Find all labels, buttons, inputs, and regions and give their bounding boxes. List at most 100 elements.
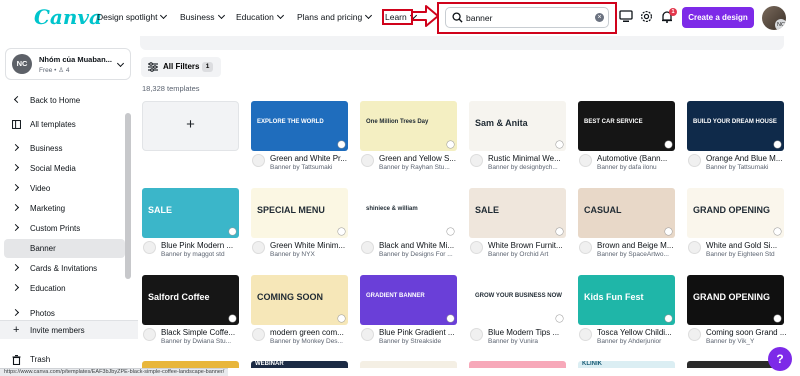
template-title[interactable]: Brown and Beige M...: [597, 241, 687, 250]
creator-avatar[interactable]: [361, 154, 374, 167]
template-title[interactable]: Blue Pink Modern ...: [161, 241, 251, 250]
creator-avatar[interactable]: [361, 328, 374, 341]
template-card[interactable]: SALE White Brown Furnit... Banner by Orchi…: [469, 188, 580, 271]
template-thumbnail[interactable]: SPECIAL MENU: [251, 188, 348, 238]
template-thumbnail[interactable]: SALE: [142, 188, 239, 238]
template-card[interactable]: GRADIENT BANNER Blue Pink Gradient ... Ban…: [360, 275, 471, 358]
sidebar-item-all-templates[interactable]: All templates: [4, 115, 125, 134]
template-card[interactable]: Sam & Anita Rustic Minimal We... Banner by…: [469, 101, 580, 184]
template-thumbnail[interactable]: Salford Coffee: [142, 275, 239, 325]
template-title[interactable]: Blue Pink Gradient ...: [379, 328, 469, 337]
creator-avatar[interactable]: [579, 328, 592, 341]
nav-education[interactable]: Education: [236, 11, 284, 22]
sidebar-scrollbar[interactable]: [125, 113, 131, 279]
sidebar-item-cards-invitations[interactable]: Cards & Invitations: [4, 259, 125, 278]
template-thumbnail[interactable]: BEST CAR SERVICE: [578, 101, 675, 151]
creator-avatar[interactable]: [688, 328, 701, 341]
user-avatar[interactable]: NC: [762, 6, 786, 30]
creator-avatar[interactable]: [252, 241, 265, 254]
template-thumbnail[interactable]: Kids Fun Fest: [578, 275, 675, 325]
creator-avatar[interactable]: [470, 154, 483, 167]
template-thumbnail[interactable]: BUILD YOUR DREAM HOUSE: [687, 101, 784, 151]
template-thumb-partial[interactable]: WEBINAR: [251, 361, 348, 368]
template-card[interactable]: BEST CAR SERVICE Automotive (Bann... Banne…: [578, 101, 689, 184]
creator-avatar[interactable]: [579, 241, 592, 254]
search-bar[interactable]: ×: [445, 7, 609, 28]
template-thumb-partial[interactable]: KLINIK: [578, 361, 675, 368]
create-design-button[interactable]: Create a design: [682, 7, 754, 28]
template-card[interactable]: COMING SOON modern green com... Banner by …: [251, 275, 362, 358]
template-card[interactable]: One Million Trees Day Green and Yellow S.…: [360, 101, 471, 184]
desktop-app-icon[interactable]: [619, 10, 633, 23]
template-card[interactable]: Kids Fun Fest Tosca Yellow Childi... Banne…: [578, 275, 689, 358]
template-title[interactable]: Tosca Yellow Childi...: [597, 328, 687, 337]
creator-avatar[interactable]: [252, 154, 265, 167]
sidebar-item-social-media[interactable]: Social Media: [4, 159, 125, 178]
template-title[interactable]: White Brown Furnit...: [488, 241, 578, 250]
creator-avatar[interactable]: [688, 154, 701, 167]
template-title[interactable]: Orange And Blue M...: [706, 154, 796, 163]
sidebar-item-video[interactable]: Video: [4, 179, 125, 198]
all-filters-button[interactable]: All Filters 1: [141, 57, 221, 77]
search-input[interactable]: [466, 11, 591, 24]
creator-avatar[interactable]: [470, 241, 483, 254]
template-thumbnail[interactable]: GRAND OPENING: [687, 275, 784, 325]
create-blank-tile[interactable]: +: [142, 101, 239, 151]
template-card[interactable]: GROW YOUR BUSINESS NOW Blue Modern Tips .…: [469, 275, 580, 358]
template-title[interactable]: Black and White Mi...: [379, 241, 469, 250]
template-title[interactable]: Black Simple Coffe...: [161, 328, 251, 337]
template-thumbnail[interactable]: GROW YOUR BUSINESS NOW: [469, 275, 566, 325]
template-title[interactable]: Blue Modern Tips ...: [488, 328, 578, 337]
sidebar-item-custom-prints[interactable]: Custom Prints: [4, 219, 125, 238]
nav-design-spotlight[interactable]: Design spotlight: [97, 11, 168, 22]
canva-logo[interactable]: Canva: [34, 5, 102, 29]
template-title[interactable]: Green and White Pr...: [270, 154, 360, 163]
creator-avatar[interactable]: [470, 328, 483, 341]
template-card[interactable]: GRAND OPENING Coming soon Grand ... Banner…: [687, 275, 798, 358]
template-thumbnail[interactable]: EXPLORE THE WORLD: [251, 101, 348, 151]
gear-icon[interactable]: [640, 10, 653, 23]
template-card[interactable]: BUILD YOUR DREAM HOUSE Orange And Blue M.…: [687, 101, 798, 184]
template-card[interactable]: EXPLORE THE WORLD Green and White Pr... Ba…: [251, 101, 362, 184]
template-thumbnail[interactable]: shiniece & william: [360, 188, 457, 238]
template-title[interactable]: Automotive (Bann...: [597, 154, 687, 163]
creator-avatar[interactable]: [688, 241, 701, 254]
template-card[interactable]: CASUAL Brown and Beige M... Banner by Spac…: [578, 188, 689, 271]
template-title[interactable]: Coming soon Grand ...: [706, 328, 796, 337]
template-card[interactable]: SPECIAL MENU Green White Minim... Banner b…: [251, 188, 362, 271]
template-card[interactable]: shiniece & william Black and White Mi... B…: [360, 188, 471, 271]
sidebar-item-banner[interactable]: Banner: [4, 239, 125, 258]
nav-business[interactable]: Business: [180, 11, 225, 22]
sidebar-item-business[interactable]: Business: [4, 139, 125, 158]
template-thumbnail[interactable]: Sam & Anita: [469, 101, 566, 151]
template-thumbnail[interactable]: CASUAL: [578, 188, 675, 238]
help-button[interactable]: ?: [768, 347, 792, 371]
template-title[interactable]: modern green com...: [270, 328, 360, 337]
sidebar-item-education[interactable]: Education: [4, 279, 125, 298]
clear-search-icon[interactable]: ×: [595, 13, 604, 22]
template-card[interactable]: Salford Coffee Black Simple Coffe... Banne…: [142, 275, 253, 358]
template-thumb-partial[interactable]: [142, 361, 239, 368]
creator-avatar[interactable]: [143, 328, 156, 341]
template-thumb-partial[interactable]: [360, 361, 457, 368]
template-title[interactable]: Green and Yellow S...: [379, 154, 469, 163]
sidebar-item-marketing[interactable]: Marketing: [4, 199, 125, 218]
template-thumbnail[interactable]: SALE: [469, 188, 566, 238]
invite-members-button[interactable]: + Invite members: [0, 320, 138, 339]
template-thumbnail[interactable]: GRADIENT BANNER: [360, 275, 457, 325]
template-card[interactable]: GRAND OPENING White and Gold Si... Banner …: [687, 188, 798, 271]
nav-plans-and-pricing[interactable]: Plans and pricing: [297, 11, 373, 22]
creator-avatar[interactable]: [143, 241, 156, 254]
template-thumb-partial[interactable]: [469, 361, 566, 368]
template-thumbnail[interactable]: COMING SOON: [251, 275, 348, 325]
back-to-home-link[interactable]: Back to Home: [4, 91, 125, 110]
template-thumbnail[interactable]: GRAND OPENING: [687, 188, 784, 238]
creator-avatar[interactable]: [579, 154, 592, 167]
team-switcher[interactable]: NC Nhóm của Muaban... Free • ♙ 4: [5, 48, 131, 80]
template-card[interactable]: SALE Blue Pink Modern ... Banner by maggot…: [142, 188, 253, 271]
creator-avatar[interactable]: [252, 328, 265, 341]
template-thumbnail[interactable]: One Million Trees Day: [360, 101, 457, 151]
creator-avatar[interactable]: [361, 241, 374, 254]
template-title[interactable]: Rustic Minimal We...: [488, 154, 578, 163]
template-title[interactable]: Green White Minim...: [270, 241, 360, 250]
